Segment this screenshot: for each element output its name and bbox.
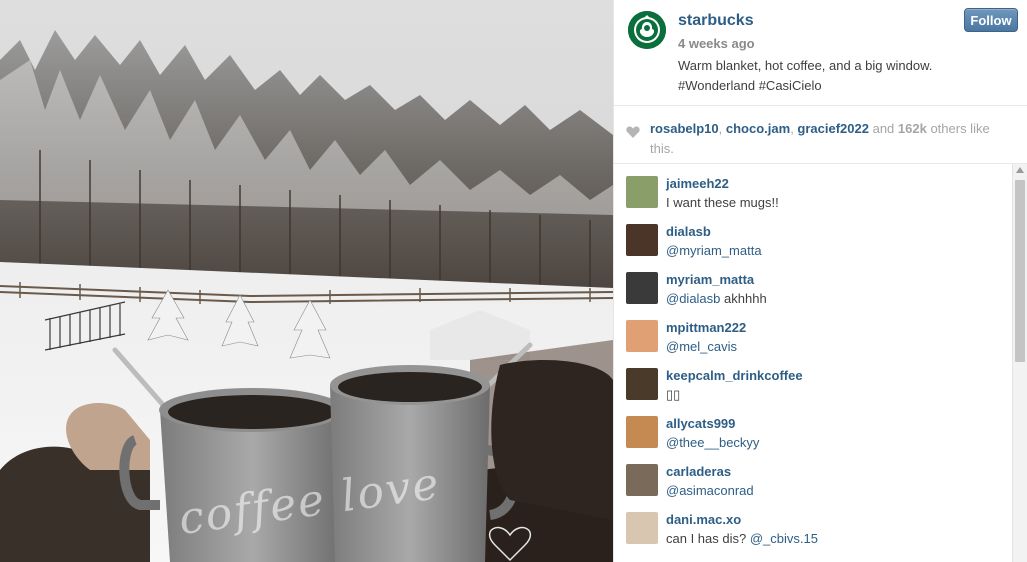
comment-mention[interactable]: @_cbivs.15 <box>750 531 818 546</box>
comment-item: allycats999 @thee__beckyy <box>626 416 1006 460</box>
comment-text: ▯▯ <box>666 387 680 403</box>
comment-item: dani.mac.xo can I has dis? @_cbivs.15 <box>626 512 1006 556</box>
commenter-avatar[interactable] <box>626 272 658 304</box>
likes-count: 162k <box>897 121 927 136</box>
comment-item: dialasb @myriam_matta <box>626 224 1006 268</box>
post-caption: Warm blanket, hot coffee, and a big wind… <box>678 58 933 93</box>
comment-text: @dialasb akhhhh <box>666 291 767 306</box>
commenter-username[interactable]: dani.mac.xo <box>666 512 741 527</box>
comment-text: can I has dis? @_cbivs.15 <box>666 531 818 546</box>
commenter-avatar[interactable] <box>626 416 658 448</box>
comment-mention[interactable]: @dialasb <box>666 291 720 306</box>
comments-list[interactable]: jaimeeh22 I want these mugs!! dialasb @m… <box>614 164 1012 562</box>
commenter-avatar[interactable] <box>626 176 658 208</box>
commenter-username[interactable]: allycats999 <box>666 416 735 431</box>
comment-text: @myriam_matta <box>666 243 762 258</box>
commenter-username[interactable]: jaimeeh22 <box>666 176 729 191</box>
comment-mention[interactable]: @asimaconrad <box>666 483 754 498</box>
comment-item: jaimeeh22 I want these mugs!! <box>626 176 1006 220</box>
comment-item: mpittman222 @mel_cavis <box>626 320 1006 364</box>
heart-icon[interactable] <box>626 126 640 138</box>
post-photo[interactable]: coffee love <box>0 0 613 562</box>
commenter-avatar[interactable] <box>626 464 658 496</box>
likes-separator: , <box>718 121 726 136</box>
likes-text: rosabelp10, choco.jam, gracief2022 and 1… <box>650 119 1012 159</box>
liker-link[interactable]: choco.jam <box>726 121 790 136</box>
comments-scrollbar[interactable] <box>1012 164 1027 562</box>
comment-body: can I has dis? <box>666 531 750 546</box>
commenter-avatar[interactable] <box>626 368 658 400</box>
comment-body: akhhhh <box>720 291 767 306</box>
liker-link[interactable]: gracief2022 <box>797 121 869 136</box>
comment-item: carladeras @asimaconrad <box>626 464 1006 508</box>
commenter-username[interactable]: dialasb <box>666 224 711 239</box>
comment-text: @mel_cavis <box>666 339 737 354</box>
scrollbar-thumb[interactable] <box>1015 180 1025 362</box>
likes-and: and <box>868 121 898 136</box>
siren-logo-icon <box>628 11 666 49</box>
commenter-avatar[interactable] <box>626 512 658 544</box>
post-username[interactable]: starbucks <box>678 12 754 30</box>
comment-item: keepcalm_drinkcoffee ▯▯ <box>626 368 1006 412</box>
comment-text: @asimaconrad <box>666 483 754 498</box>
comment-body: I want these mugs!! <box>666 195 779 210</box>
post-header: starbucks 4 weeks ago Warm blanket, hot … <box>614 0 1027 106</box>
commenter-username[interactable]: keepcalm_drinkcoffee <box>666 368 803 383</box>
comment-body: ▯▯ <box>666 387 681 402</box>
scroll-up-arrow-icon[interactable] <box>1016 167 1024 173</box>
comment-mention[interactable]: @myriam_matta <box>666 243 762 258</box>
liker-link[interactable]: rosabelp10 <box>650 121 719 136</box>
comment-item: myriam_matta @dialasb akhhhh <box>626 272 1006 316</box>
post-timestamp: 4 weeks ago <box>678 36 755 51</box>
post-side-panel: starbucks 4 weeks ago Warm blanket, hot … <box>613 0 1027 562</box>
commenter-username[interactable]: mpittman222 <box>666 320 746 335</box>
comment-text: I want these mugs!! <box>666 195 779 210</box>
follow-button[interactable]: Follow <box>964 8 1018 32</box>
comment-mention[interactable]: @mel_cavis <box>666 339 737 354</box>
comment-mention[interactable]: @thee__beckyy <box>666 435 759 450</box>
commenter-username[interactable]: myriam_matta <box>666 272 754 287</box>
starbucks-logo-avatar[interactable] <box>628 11 666 49</box>
likes-summary: rosabelp10, choco.jam, gracief2022 and 1… <box>614 106 1027 164</box>
commenter-avatar[interactable] <box>626 224 658 256</box>
commenter-username[interactable]: carladeras <box>666 464 731 479</box>
commenter-avatar[interactable] <box>626 320 658 352</box>
comment-text: @thee__beckyy <box>666 435 759 450</box>
